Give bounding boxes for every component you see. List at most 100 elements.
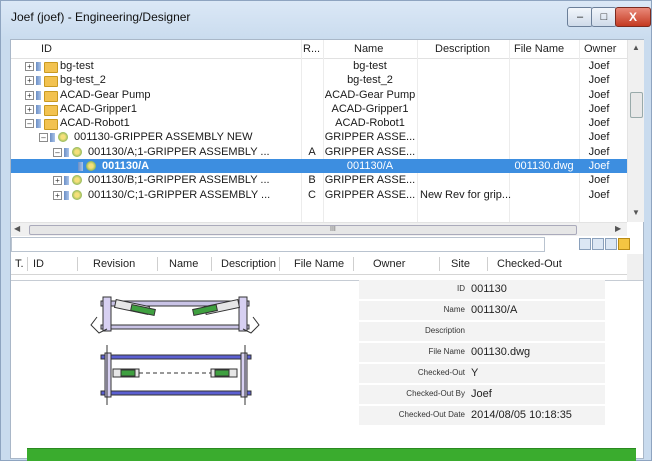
properties-icon[interactable] [618, 238, 630, 250]
col-owner[interactable]: Owner [584, 43, 616, 55]
tree-vertical-scrollbar[interactable]: ▲ ▼ [627, 40, 644, 222]
tree-row[interactable]: + ACAD-Gear Pump ACAD-Gear Pump Joef [11, 88, 627, 102]
name-cell: bg-test_2 [347, 74, 393, 87]
app-window: Joef (joef) - Engineering/Designer – □ X… [0, 0, 652, 461]
list-col-t[interactable]: T. [15, 258, 24, 270]
close-icon: X [628, 10, 637, 24]
col-description[interactable]: Description [435, 43, 490, 55]
collapse-icon[interactable]: – [53, 147, 62, 157]
properties-panel: ID 001130 Name 001130/A Description File Name… [359, 280, 607, 430]
folder-icon [44, 119, 58, 131]
name-cell: GRIPPER ASSE... [324, 145, 416, 158]
rev-cell: C [308, 188, 316, 201]
title-bar[interactable]: Joef (joef) - Engineering/Designer – □ X [1, 1, 651, 31]
property-value: 001130/A [471, 304, 518, 316]
name-cell: bg-test [353, 60, 387, 72]
tree-row[interactable]: +001130/C;1-GRIPPER ASSEMBLY ... C GRIPPER… [11, 188, 627, 202]
list-col-revision[interactable]: Revision [93, 258, 135, 270]
tree-hscroll-thumb[interactable]: III [29, 225, 577, 235]
scroll-up-icon[interactable]: ▲ [632, 43, 640, 52]
minimize-icon: – [576, 11, 584, 23]
gripper-drawing [90, 296, 260, 405]
list-scrollbar[interactable] [627, 254, 643, 280]
preview-icon[interactable] [605, 238, 617, 250]
tree-row[interactable]: +001130/B;1-GRIPPER ASSEMBLY ... B GRIPPER… [11, 173, 627, 187]
tree-row[interactable]: – 001130/A;1-GRIPPER ASSEMBLY ... A GRIPPER… [11, 145, 627, 159]
folder-icon [44, 104, 58, 116]
rev-cell: A [308, 145, 316, 158]
tree-row[interactable]: + bg-test_2 bg-test_2 Joef [11, 73, 627, 88]
assembly-icon [72, 146, 82, 157]
list-col-checked-out[interactable]: Checked-Out [497, 258, 562, 270]
scroll-down-icon[interactable]: ▼ [632, 208, 640, 217]
property-value: Joef [471, 388, 492, 400]
col-rev[interactable]: R... [303, 43, 320, 55]
column-divider[interactable] [439, 257, 440, 271]
expand-icon[interactable]: + [25, 104, 34, 114]
column-divider[interactable] [27, 257, 28, 271]
maximize-button[interactable]: □ [591, 7, 617, 27]
item-status-icon [78, 162, 83, 172]
owner-cell: Joef [588, 102, 610, 115]
list-col-owner[interactable]: Owner [373, 258, 405, 270]
list-col-description[interactable]: Description [221, 258, 276, 270]
list-col-id[interactable]: ID [33, 258, 44, 270]
collapse-icon[interactable]: – [25, 119, 34, 129]
list-col-name[interactable]: Name [169, 258, 198, 270]
column-divider[interactable] [77, 257, 78, 271]
column-divider[interactable] [279, 257, 280, 271]
property-key: Name [443, 305, 465, 314]
tree-horizontal-scrollbar[interactable]: ◀ III ▶ [11, 222, 627, 236]
tree-row-label: ACAD-Gripper1 [60, 102, 138, 115]
item-status-icon [50, 133, 55, 143]
drawing-preview [15, 285, 353, 433]
tree-row[interactable]: 001130/A 001130/A 001130.dwg Joef [11, 159, 627, 174]
name-cell: GRIPPER ASSE... [324, 174, 416, 187]
view-icon[interactable] [592, 238, 604, 250]
expand-icon[interactable]: + [53, 190, 62, 200]
tree-row-label: ACAD-Robot1 [60, 117, 130, 130]
close-button[interactable]: X [615, 7, 651, 27]
column-divider[interactable] [157, 257, 158, 271]
column-divider[interactable] [487, 257, 488, 271]
column-divider[interactable] [211, 257, 212, 271]
name-cell: 001130/A [346, 160, 394, 173]
collapse-icon[interactable]: – [39, 133, 48, 143]
tree-scroll-thumb[interactable] [630, 92, 643, 118]
tree-row-label: bg-test [60, 60, 94, 72]
col-file-name[interactable]: File Name [514, 43, 564, 55]
expand-icon[interactable]: + [53, 176, 62, 186]
tree-row-label: bg-test_2 [60, 74, 106, 87]
owner-cell: Joef [588, 117, 610, 130]
column-divider[interactable] [353, 257, 354, 271]
maximize-icon: □ [600, 11, 608, 23]
list-col-file-name[interactable]: File Name [294, 258, 344, 270]
owner-cell: Joef [588, 74, 610, 87]
tree-row[interactable]: – 001130-GRIPPER ASSEMBLY NEW GRIPPER ASSE… [11, 130, 627, 144]
tree-row[interactable]: + bg-test bg-test Joef [11, 59, 627, 73]
tree-row[interactable]: – ACAD-Robot1 ACAD-Robot1 Joef [11, 116, 627, 131]
expand-icon[interactable]: + [25, 90, 34, 100]
tree-row[interactable]: + ACAD-Gripper1 ACAD-Gripper1 Joef [11, 102, 627, 116]
item-tree: ID R... Name Description File Name Owner… [11, 40, 627, 222]
name-cell: ACAD-Gear Pump [324, 88, 416, 101]
property-key: Description [424, 326, 465, 335]
scroll-left-icon[interactable]: ◀ [14, 224, 20, 233]
tool-strip [11, 237, 643, 253]
col-name[interactable]: Name [354, 43, 383, 55]
item-status-icon [36, 62, 41, 71]
zoom-icon[interactable] [579, 238, 591, 250]
property-row: File Name 001130.dwg [359, 343, 605, 362]
col-id[interactable]: ID [41, 43, 52, 55]
property-key: File Name [428, 347, 465, 356]
owner-cell: Joef [588, 174, 610, 187]
expand-icon[interactable]: + [25, 62, 34, 71]
minimize-button[interactable]: – [567, 7, 593, 27]
window-title: Joef (joef) - Engineering/Designer [11, 10, 191, 24]
expand-icon[interactable]: + [25, 76, 34, 86]
name-cell: GRIPPER ASSE... [324, 131, 416, 144]
filter-input[interactable] [11, 237, 545, 252]
list-col-site[interactable]: Site [451, 258, 470, 270]
scroll-right-icon[interactable]: ▶ [615, 224, 621, 233]
file-name-cell: 001130.dwg [514, 160, 574, 173]
